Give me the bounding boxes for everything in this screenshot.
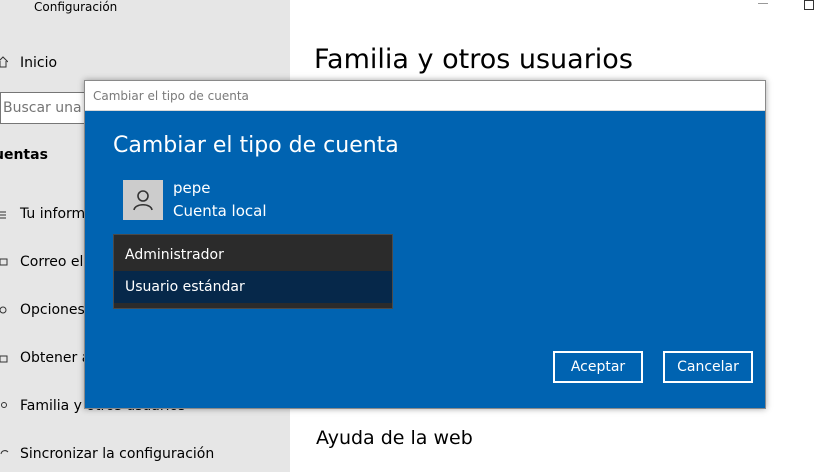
app-title: Configuración — [34, 0, 118, 14]
sync-icon — [0, 450, 9, 455]
person-icon — [133, 190, 153, 211]
mail-icon — [0, 258, 8, 266]
user-name: pepe — [173, 179, 211, 197]
option-administrator[interactable]: Administrador — [114, 239, 392, 271]
maximize-button[interactable] — [804, 0, 814, 10]
page-title: Familia y otros usuarios — [314, 44, 633, 75]
sidebar-item-home[interactable]: Inicio — [0, 50, 290, 76]
user-account-type: Cuenta local — [173, 202, 267, 220]
minimize-button[interactable] — [758, 3, 768, 4]
dialog-heading: Cambiar el tipo de cuenta — [113, 133, 399, 158]
section-title: uentas — [0, 147, 48, 163]
sidebar-item-label: Inicio — [20, 55, 58, 71]
sidebar-item-sync[interactable]: Sincronizar la configuración — [0, 440, 290, 468]
dialog-body: Cambiar el tipo de cuenta pepe Cuenta lo… — [85, 111, 765, 408]
key-icon — [0, 306, 7, 314]
accept-button[interactable]: Aceptar — [553, 351, 643, 383]
dialog-titlebar: Cambiar el tipo de cuenta — [85, 81, 765, 111]
dialog-window-title: Cambiar el tipo de cuenta — [93, 89, 249, 103]
cancel-button[interactable]: Cancelar — [663, 351, 753, 383]
home-icon — [0, 56, 8, 68]
web-help-heading: Ayuda de la web — [316, 427, 473, 449]
sidebar-item-label: Sincronizar la configuración — [20, 446, 215, 462]
account-type-dropdown[interactable]: Administrador Usuario estándar — [113, 234, 393, 309]
option-standard-user[interactable]: Usuario estándar — [114, 271, 392, 303]
change-account-type-dialog: Cambiar el tipo de cuenta Cambiar el tip… — [84, 80, 766, 409]
avatar — [123, 180, 163, 220]
people-icon — [1, 402, 7, 408]
person-card-icon — [0, 211, 6, 219]
sidebar-item-label: Tu informa — [20, 206, 94, 222]
briefcase-icon — [0, 355, 8, 363]
